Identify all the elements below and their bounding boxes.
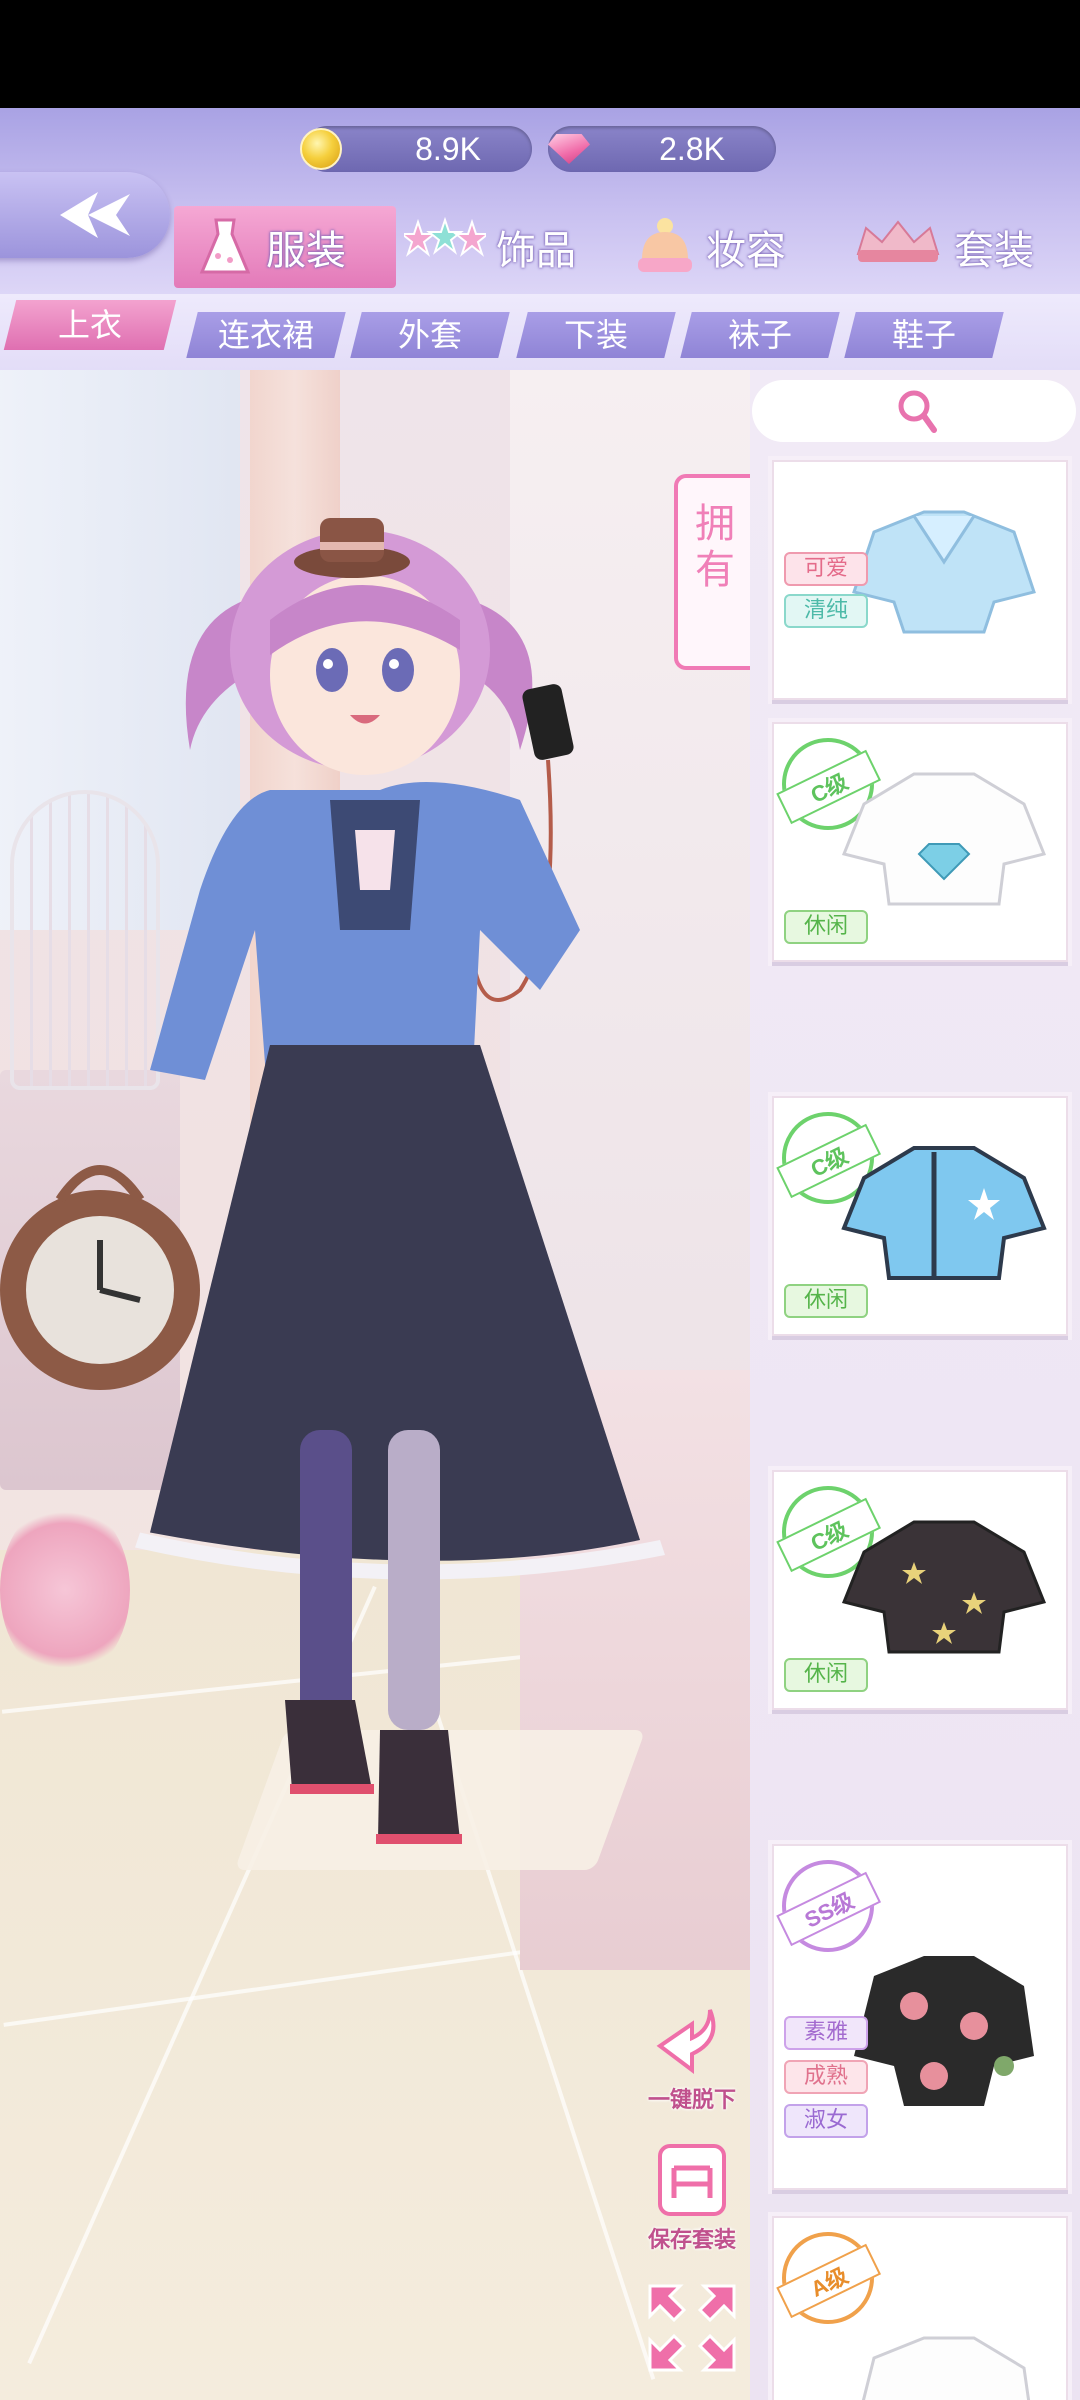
tab-makeup[interactable]: 妆容 [634,206,804,288]
gold-counter[interactable]: 8.9K [300,126,532,172]
grade-badge: A级 [773,2223,883,2333]
subtab-coats[interactable]: 外套 [350,312,510,358]
dress-icon [194,216,256,278]
subtab-tops-label: 上衣 [57,306,122,344]
garment-image [841,772,1047,906]
garment-image [861,2336,1031,2400]
undress-all-label: 一键脱下 [647,2088,736,2113]
crown-icon [852,216,944,278]
item-card[interactable]: A级 [772,2216,1068,2400]
tab-accessories-label: 饰品 [496,228,576,274]
subtab-dresses-label: 连衣裙 [217,316,314,354]
tab-accessories[interactable]: 饰品 [399,206,584,288]
character-avatar [0,518,665,1844]
diamond-value: 2.8K [659,131,725,167]
style-tag: 素雅 [784,2016,868,2050]
diamond-counter[interactable]: 2.8K [548,126,776,172]
item-card[interactable]: SS级 素雅 成熟 淑女 [772,1844,1068,2190]
item-card[interactable]: C级 休闲 [772,1096,1068,1336]
save-outfit-icon [652,2140,732,2220]
subtab-shoes-label: 鞋子 [891,316,956,354]
status-bar [0,0,1080,108]
style-tag: 淑女 [784,2104,868,2138]
style-tag: 休闲 [784,1284,868,1318]
undo-arrow-icon [652,2000,732,2080]
back-arrow-icon [60,192,130,238]
subtab-shoes[interactable]: 鞋子 [844,312,1004,358]
tab-clothing[interactable]: 服装 [174,206,396,288]
tab-makeup-label: 妆容 [706,228,786,274]
style-tag: 休闲 [784,910,868,944]
grade-badge: SS级 [773,1851,883,1961]
fullscreen-button[interactable] [636,2280,748,2376]
beanie-icon [634,216,696,278]
garment-image [841,1146,1047,1280]
diamond-icon [548,134,590,164]
stars-icon [399,216,491,278]
gold-value: 8.9K [415,131,481,167]
item-card[interactable]: C级 休闲 [772,1470,1068,1710]
garment-image [841,1520,1047,1654]
style-tag: 可爱 [784,552,868,586]
item-card[interactable]: C级 休闲 [772,722,1068,962]
style-tag: 清纯 [784,594,868,628]
subtab-dresses[interactable]: 连衣裙 [186,312,346,358]
owned-filter-tab[interactable]: 拥有 [674,474,752,670]
expand-icon [644,2280,740,2376]
search-button[interactable] [752,380,1076,442]
style-tag: 成熟 [784,2060,868,2094]
back-button[interactable] [0,172,170,258]
save-outfit-label: 保存套装 [647,2228,736,2253]
subtab-tops[interactable]: 上衣 [3,300,177,350]
search-icon [898,390,937,433]
coin-icon [300,128,342,170]
subtab-bottoms[interactable]: 下装 [516,312,676,358]
subtab-socks-label: 袜子 [727,316,792,354]
subtab-coats-label: 外套 [397,316,462,354]
subtab-bottoms-label: 下装 [563,316,628,354]
tab-outfits[interactable]: 套装 [852,206,1052,288]
tab-outfits-label: 套装 [954,228,1034,274]
style-tag: 休闲 [784,1658,868,1692]
owned-filter-label: 拥有 [688,502,734,594]
tab-clothing-label: 服装 [266,228,346,274]
subtab-socks[interactable]: 袜子 [680,312,840,358]
undress-all-button[interactable]: 一键脱下 [636,2000,748,2114]
item-card[interactable]: 可爱 清纯 [772,460,1068,700]
save-outfit-button[interactable]: 保存套装 [636,2140,748,2254]
